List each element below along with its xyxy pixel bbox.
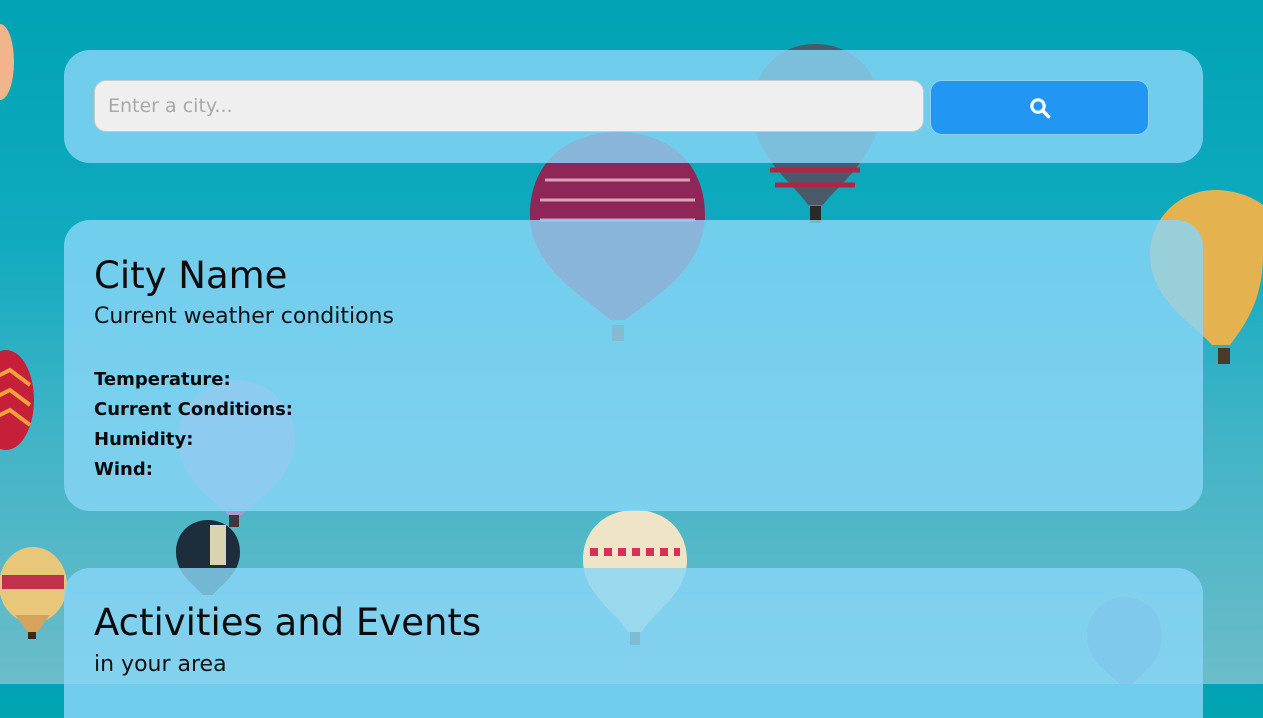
wind-label: Wind: [94, 459, 153, 480]
events-card: Activities and Events in your area [64, 568, 1203, 718]
balloon-bottom-left [0, 547, 67, 639]
search-icon [1029, 97, 1050, 118]
events-subtitle: in your area [94, 652, 227, 677]
city-name-heading: City Name [94, 254, 288, 297]
search-panel [64, 50, 1203, 163]
humidity-label: Humidity: [94, 429, 194, 450]
search-button[interactable] [930, 80, 1149, 135]
weather-card: City Name Current weather conditions Tem… [64, 220, 1203, 511]
balloon-left-red [0, 350, 34, 450]
events-heading: Activities and Events [94, 601, 482, 644]
city-search-input[interactable] [94, 80, 924, 132]
weather-fields: Temperature: Current Conditions: Humidit… [94, 365, 293, 485]
current-conditions-label: Current Conditions: [94, 399, 293, 420]
temperature-label: Temperature: [94, 369, 231, 390]
weather-subtitle: Current weather conditions [94, 304, 394, 329]
balloon-left-top [0, 24, 14, 100]
